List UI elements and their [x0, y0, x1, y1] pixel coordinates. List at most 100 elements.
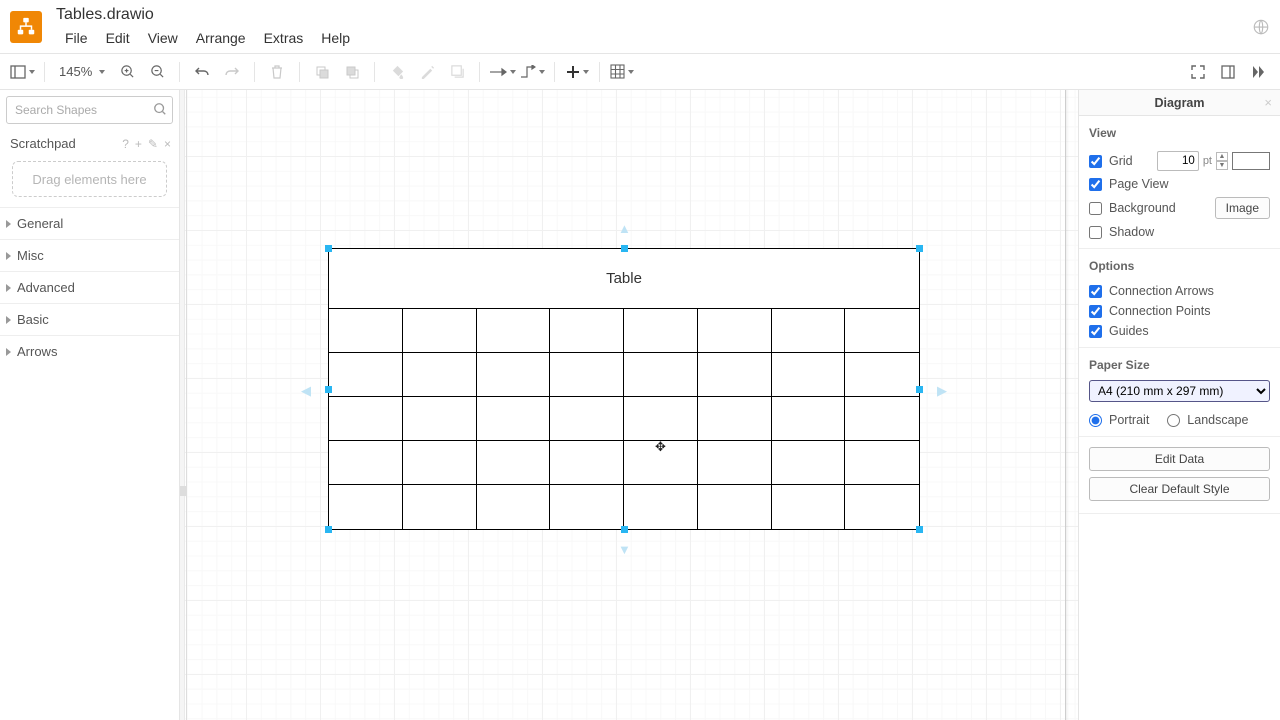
menu-edit[interactable]: Edit	[97, 26, 139, 50]
landscape-radio[interactable]	[1167, 414, 1180, 427]
resize-handle[interactable]	[916, 386, 923, 393]
to-back-button[interactable]	[338, 58, 366, 86]
table-grid[interactable]	[329, 309, 919, 529]
table-cell[interactable]	[845, 397, 919, 441]
table-cell[interactable]	[698, 485, 772, 529]
scratchpad-drop-target[interactable]: Drag elements here	[12, 161, 167, 197]
palette-general[interactable]: General	[0, 207, 179, 239]
search-icon[interactable]	[153, 102, 167, 116]
background-image-button[interactable]: Image	[1215, 197, 1270, 219]
portrait-radio[interactable]	[1089, 414, 1102, 427]
scratchpad-close-icon[interactable]: ×	[164, 137, 171, 151]
table-caption[interactable]: Table	[329, 249, 919, 309]
table-cell[interactable]	[624, 353, 698, 397]
table-cell[interactable]	[329, 485, 403, 529]
table-cell[interactable]	[698, 353, 772, 397]
search-shapes-input[interactable]	[6, 96, 173, 124]
table-cell[interactable]	[403, 441, 477, 485]
table-shape[interactable]: Table ▲ ▼ ◀ ▶ ✥	[328, 248, 920, 530]
to-front-button[interactable]	[308, 58, 336, 86]
menu-file[interactable]: File	[56, 26, 97, 50]
grid-size-up[interactable]: ▲	[1216, 152, 1228, 161]
insert-button[interactable]	[563, 58, 591, 86]
menu-help[interactable]: Help	[312, 26, 359, 50]
paper-size-select[interactable]: A4 (210 mm x 297 mm)	[1089, 380, 1270, 402]
table-cell[interactable]	[550, 441, 624, 485]
language-icon[interactable]	[1252, 18, 1270, 36]
edit-data-button[interactable]: Edit Data	[1089, 447, 1270, 471]
table-cell[interactable]	[550, 309, 624, 353]
grid-checkbox[interactable]	[1089, 155, 1102, 168]
table-cell[interactable]	[550, 353, 624, 397]
resize-handle[interactable]	[916, 526, 923, 533]
scratchpad-add-icon[interactable]: +	[135, 137, 142, 151]
resize-handle[interactable]	[621, 526, 628, 533]
table-cell[interactable]	[845, 309, 919, 353]
table-cell[interactable]	[698, 397, 772, 441]
table-cell[interactable]	[624, 397, 698, 441]
table-cell[interactable]	[624, 485, 698, 529]
table-cell[interactable]	[329, 309, 403, 353]
table-cell[interactable]	[329, 397, 403, 441]
clear-default-style-button[interactable]: Clear Default Style	[1089, 477, 1270, 501]
sidebar-toggle-button[interactable]	[8, 58, 36, 86]
table-cell[interactable]	[477, 397, 551, 441]
menu-arrange[interactable]: Arrange	[187, 26, 255, 50]
table-cell[interactable]	[845, 485, 919, 529]
grid-size-input[interactable]	[1157, 151, 1199, 171]
table-cell[interactable]	[403, 353, 477, 397]
waypoint-style-button[interactable]	[518, 58, 546, 86]
redo-button[interactable]	[218, 58, 246, 86]
table-cell[interactable]	[772, 353, 846, 397]
table-cell[interactable]	[403, 485, 477, 529]
grid-color-swatch[interactable]	[1232, 152, 1270, 170]
table-cell[interactable]	[624, 309, 698, 353]
format-panel-toggle[interactable]	[1214, 58, 1242, 86]
grid-size-down[interactable]: ▼	[1216, 161, 1228, 170]
collapse-panel-button[interactable]	[1244, 58, 1272, 86]
table-cell[interactable]	[845, 353, 919, 397]
menu-view[interactable]: View	[139, 26, 187, 50]
direction-arrow-up-icon[interactable]: ▲	[618, 221, 631, 236]
table-cell[interactable]	[329, 441, 403, 485]
shadow-checkbox[interactable]	[1089, 226, 1102, 239]
table-cell[interactable]	[477, 485, 551, 529]
table-button[interactable]	[608, 58, 636, 86]
scratchpad-help-icon[interactable]: ?	[122, 137, 129, 151]
fill-color-button[interactable]	[383, 58, 411, 86]
connection-style-button[interactable]	[488, 58, 516, 86]
document-title[interactable]: Tables.drawio	[56, 4, 359, 24]
direction-arrow-down-icon[interactable]: ▼	[618, 542, 631, 557]
scratchpad-edit-icon[interactable]: ✎	[148, 137, 158, 151]
resize-handle[interactable]	[621, 245, 628, 252]
table-cell[interactable]	[403, 397, 477, 441]
direction-arrow-left-icon[interactable]: ◀	[301, 383, 311, 399]
table-cell[interactable]	[477, 441, 551, 485]
menu-extras[interactable]: Extras	[255, 26, 313, 50]
zoom-level[interactable]: 145%	[53, 64, 111, 79]
table-cell[interactable]	[403, 309, 477, 353]
pageview-checkbox[interactable]	[1089, 178, 1102, 191]
resize-handle[interactable]	[325, 245, 332, 252]
guides-checkbox[interactable]	[1089, 325, 1102, 338]
resize-handle[interactable]	[325, 386, 332, 393]
table-cell[interactable]	[772, 309, 846, 353]
connection-arrows-checkbox[interactable]	[1089, 285, 1102, 298]
close-panel-icon[interactable]: ×	[1264, 95, 1272, 110]
table-cell[interactable]	[477, 353, 551, 397]
line-color-button[interactable]	[413, 58, 441, 86]
table-cell[interactable]	[772, 485, 846, 529]
palette-advanced[interactable]: Advanced	[0, 271, 179, 303]
palette-basic[interactable]: Basic	[0, 303, 179, 335]
direction-arrow-right-icon[interactable]: ▶	[937, 383, 947, 399]
resize-handle[interactable]	[916, 245, 923, 252]
background-checkbox[interactable]	[1089, 202, 1102, 215]
table-cell[interactable]	[698, 441, 772, 485]
canvas[interactable]: Table ▲ ▼ ◀ ▶ ✥	[180, 90, 1078, 720]
table-cell[interactable]	[845, 441, 919, 485]
delete-button[interactable]	[263, 58, 291, 86]
sidebar-splitter[interactable]	[180, 486, 186, 496]
table-cell[interactable]	[772, 441, 846, 485]
shadow-button[interactable]	[443, 58, 471, 86]
table-cell[interactable]	[329, 353, 403, 397]
